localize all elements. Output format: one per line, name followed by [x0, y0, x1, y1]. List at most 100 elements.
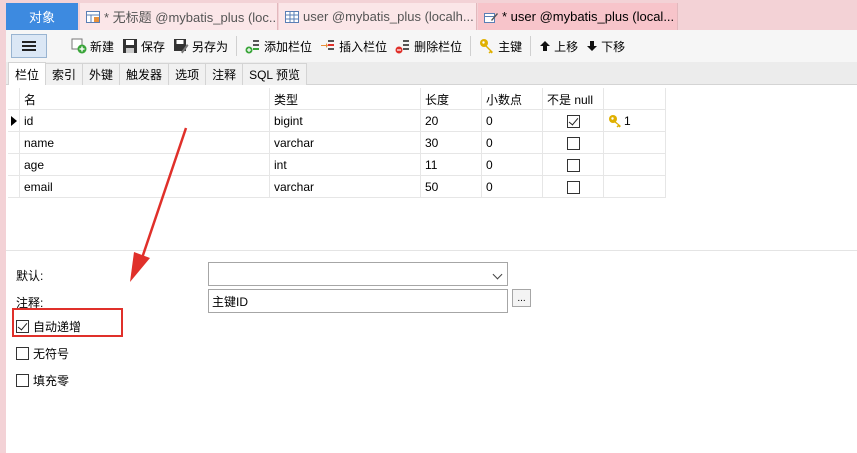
primary-key-button[interactable]: 主键 [475, 34, 526, 58]
chevron-down-icon [492, 269, 503, 280]
subtab-sql-preview[interactable]: SQL 预览 [242, 63, 307, 85]
toolbar-separator [236, 36, 238, 56]
not-null-checkbox[interactable] [566, 136, 580, 150]
row-indicator [8, 132, 20, 154]
zerofill-label: 填充零 [33, 374, 70, 388]
primary-key-icon [609, 115, 621, 128]
field-length[interactable]: 30 [421, 132, 482, 154]
tab-user-label: user @mybatis_plus (localh... [303, 9, 474, 24]
tab-user-design-active[interactable]: * user @mybatis_plus (local... [478, 3, 678, 30]
move-down-button[interactable]: 下移 [582, 34, 629, 58]
not-null-checkbox[interactable] [566, 180, 580, 194]
edit-table-icon [484, 12, 498, 23]
toolbar: 新建 保存 另存为 添加栏位 插入栏位 删除栏位 主键 上移 下移 [6, 30, 857, 62]
annotation-arrow-icon [130, 127, 188, 282]
field-length[interactable]: 11 [421, 154, 482, 176]
toolbar-separator [530, 36, 532, 56]
comment-input[interactable]: 主键ID [208, 289, 508, 313]
subtab-foreign-keys[interactable]: 外键 [82, 63, 121, 85]
tab-objects-label: 对象 [28, 10, 55, 25]
designer-subtabs: 栏位 索引 外键 触发器 选项 注释 SQL 预览 [6, 62, 857, 85]
insert-field-label: 插入栏位 [339, 39, 388, 54]
header-type[interactable]: 类型 [270, 88, 421, 110]
unsigned-option[interactable]: 无符号 [16, 345, 69, 362]
table-row[interactable]: id bigint 20 0 1 [8, 110, 666, 132]
save-as-button[interactable]: 另存为 [169, 34, 232, 58]
subtab-comment[interactable]: 注释 [205, 63, 244, 85]
save-icon [123, 39, 138, 53]
unsigned-label: 无符号 [33, 347, 70, 361]
new-button[interactable]: 新建 [67, 34, 118, 58]
header-name[interactable]: 名 [20, 88, 270, 110]
add-field-icon [245, 40, 260, 54]
menu-button[interactable] [11, 34, 47, 58]
new-icon [71, 38, 87, 54]
arrow-up-icon [540, 41, 551, 51]
table-row[interactable]: email varchar 50 0 [8, 176, 666, 198]
arrow-down-icon [587, 41, 598, 51]
field-type[interactable]: int [270, 154, 421, 176]
comment-browse-button[interactable]: ... [512, 289, 531, 307]
default-value-select[interactable] [208, 262, 508, 286]
field-key-cell [604, 132, 666, 154]
delete-field-icon [395, 40, 410, 54]
row-indicator-header [8, 88, 20, 110]
field-length[interactable]: 50 [421, 176, 482, 198]
header-not-null[interactable]: 不是 null [543, 88, 604, 110]
move-up-label: 上移 [554, 39, 579, 54]
field-decimals[interactable]: 0 [482, 176, 543, 198]
field-decimals[interactable]: 0 [482, 132, 543, 154]
delete-field-label: 删除栏位 [414, 39, 463, 54]
document-tab-strip: 对象 * 无标题 @mybatis_plus (loc... user @myb… [0, 0, 857, 30]
zerofill-option[interactable]: 填充零 [16, 372, 69, 389]
primary-key-label: 主键 [498, 39, 523, 54]
grid-header-row: 名 类型 长度 小数点 不是 null [8, 88, 666, 110]
save-label: 保存 [141, 39, 166, 54]
field-type[interactable]: varchar [270, 176, 421, 198]
unsigned-checkbox[interactable] [16, 347, 29, 360]
subtab-fields[interactable]: 栏位 [8, 62, 47, 85]
row-indicator [8, 154, 20, 176]
field-not-null-cell [543, 154, 604, 176]
field-decimals[interactable]: 0 [482, 154, 543, 176]
primary-key-order: 1 [624, 114, 631, 128]
field-not-null-cell [543, 110, 604, 132]
zerofill-checkbox[interactable] [16, 374, 29, 387]
tab-user-table[interactable]: user @mybatis_plus (localh... [279, 3, 477, 30]
field-key-cell: 1 [604, 110, 666, 132]
subtab-options[interactable]: 选项 [168, 63, 207, 85]
key-icon [480, 39, 494, 54]
insert-field-icon [321, 40, 335, 50]
add-field-label: 添加栏位 [264, 39, 313, 54]
default-label: 默认: [16, 269, 44, 283]
new-label: 新建 [90, 39, 115, 54]
not-null-checkbox[interactable] [566, 158, 580, 172]
header-length[interactable]: 长度 [421, 88, 482, 110]
table-design-icon [86, 10, 100, 23]
subtab-triggers[interactable]: 触发器 [119, 63, 170, 85]
insert-field-button[interactable]: 插入栏位 [316, 34, 391, 58]
field-decimals[interactable]: 0 [482, 110, 543, 132]
move-down-label: 下移 [601, 39, 626, 54]
subtab-indexes[interactable]: 索引 [45, 63, 84, 85]
table-row[interactable]: age int 11 0 [8, 154, 666, 176]
header-decimals[interactable]: 小数点 [482, 88, 543, 110]
save-as-label: 另存为 [192, 39, 229, 54]
add-field-button[interactable]: 添加栏位 [241, 34, 316, 58]
field-not-null-cell [543, 132, 604, 154]
tab-untitled-label: * 无标题 @mybatis_plus (loc... [104, 10, 278, 25]
save-button[interactable]: 保存 [118, 34, 169, 58]
table-row[interactable]: name varchar 30 0 [8, 132, 666, 154]
not-null-checkbox[interactable] [566, 114, 580, 128]
field-length[interactable]: 20 [421, 110, 482, 132]
move-up-button[interactable]: 上移 [535, 34, 582, 58]
field-type[interactable]: varchar [270, 132, 421, 154]
tab-untitled-query[interactable]: * 无标题 @mybatis_plus (loc... [80, 3, 278, 30]
field-key-cell [604, 176, 666, 198]
hamburger-icon [22, 41, 36, 51]
tab-user-design-label: * user @mybatis_plus (local... [502, 9, 675, 24]
delete-field-button[interactable]: 删除栏位 [391, 34, 466, 58]
tab-objects[interactable]: 对象 [6, 3, 78, 30]
row-indicator [8, 176, 20, 198]
field-type[interactable]: bigint [270, 110, 421, 132]
